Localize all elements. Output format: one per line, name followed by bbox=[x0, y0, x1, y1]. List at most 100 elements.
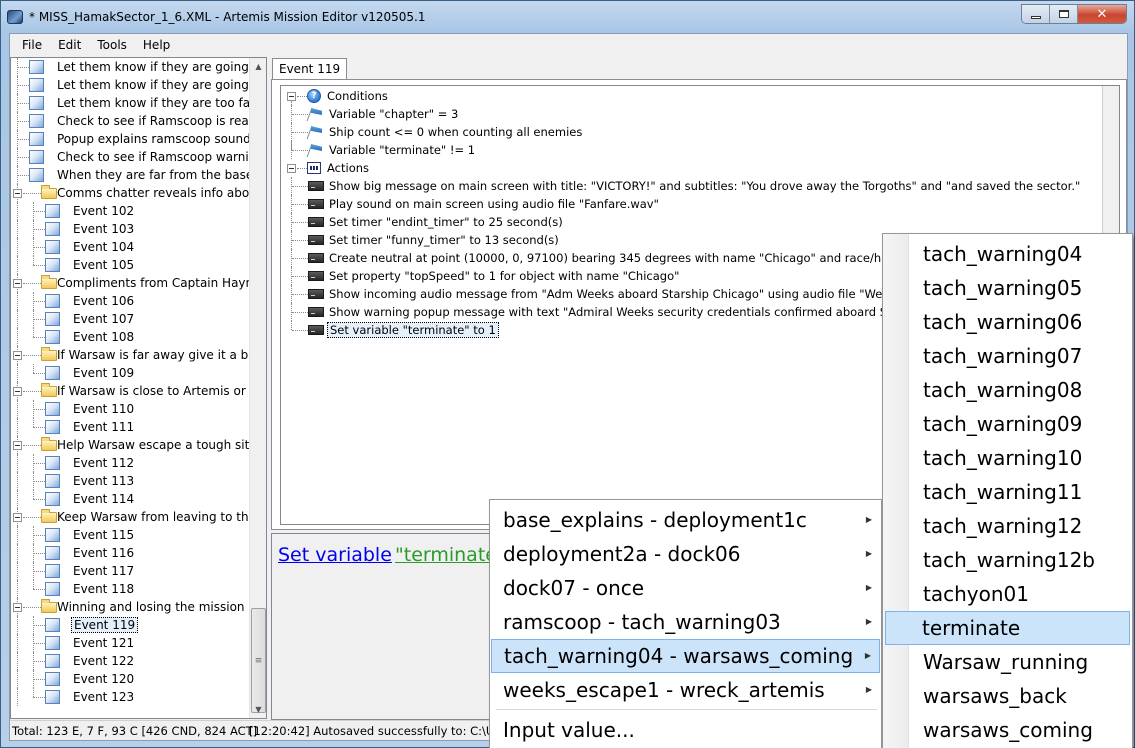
tree-connector bbox=[17, 580, 18, 598]
submenu-item[interactable]: tach_warning05 bbox=[885, 271, 1130, 305]
tree-connector bbox=[33, 625, 45, 626]
tree-event[interactable]: Event 116 bbox=[11, 544, 249, 562]
collapse-toggle-icon[interactable] bbox=[13, 603, 22, 612]
submenu-item[interactable]: tach_warning04 bbox=[885, 237, 1130, 271]
tree-event[interactable]: Event 109 bbox=[11, 364, 249, 382]
menu-file[interactable]: File bbox=[14, 36, 50, 54]
collapse-toggle-icon[interactable] bbox=[13, 441, 22, 450]
maximize-button[interactable] bbox=[1050, 5, 1078, 23]
tree-event[interactable]: Event 120 bbox=[11, 670, 249, 688]
tree-event[interactable]: Event 103 bbox=[11, 220, 249, 238]
tree-folder[interactable]: Compliments from Captain Haynes and bbox=[11, 274, 266, 292]
statement-verb-link[interactable]: Set variable bbox=[278, 544, 392, 566]
tree-event[interactable]: Event 106 bbox=[11, 292, 249, 310]
tree-event[interactable]: Let them know if they are going too fast bbox=[11, 58, 266, 76]
tree-event[interactable]: Event 118 bbox=[11, 580, 249, 598]
context-menu-item[interactable]: dock07 - once ▶ bbox=[491, 571, 880, 605]
tab-event[interactable]: Event 119 bbox=[272, 58, 348, 80]
event-document-icon bbox=[29, 168, 44, 182]
submenu-item[interactable]: tach_warning12 bbox=[885, 509, 1130, 543]
collapse-toggle-icon[interactable] bbox=[13, 387, 22, 396]
submenu-item[interactable]: tach_warning12b bbox=[885, 543, 1130, 577]
submenu-items: tach_warning04 tach_warning05 tach_warning… bbox=[883, 237, 1132, 747]
context-menu-item[interactable]: tach_warning04 - warsaws_coming ▶ bbox=[491, 639, 880, 673]
app-icon[interactable] bbox=[7, 10, 23, 24]
collapse-toggle-icon[interactable] bbox=[13, 189, 22, 198]
tree-event[interactable]: Event 115 bbox=[11, 526, 249, 544]
tree-event[interactable]: Event 113 bbox=[11, 472, 249, 490]
menu-edit[interactable]: Edit bbox=[50, 36, 89, 54]
collapse-toggle-icon[interactable] bbox=[287, 164, 296, 173]
tree-item-label: Event 112 bbox=[73, 456, 135, 470]
tree-connector bbox=[297, 168, 307, 169]
tree-folder[interactable]: If Warsaw is close to Artemis or base bbox=[11, 382, 266, 400]
tree-event[interactable]: Event 123 bbox=[11, 688, 249, 706]
submenu-item[interactable]: tach_warning07 bbox=[885, 339, 1130, 373]
tree-event[interactable]: Event 112 bbox=[11, 454, 249, 472]
submenu-item[interactable]: tach_warning09 bbox=[885, 407, 1130, 441]
event-document-icon bbox=[29, 96, 44, 110]
tree-event[interactable]: When they are far from the base take bbox=[11, 166, 266, 184]
menu-tools[interactable]: Tools bbox=[89, 36, 135, 54]
event-document-icon bbox=[29, 150, 44, 164]
tree-folder[interactable]: Help Warsaw escape a tough situation bbox=[11, 436, 266, 454]
event-document-icon bbox=[45, 546, 60, 560]
tree-event[interactable]: Event 121 bbox=[11, 634, 249, 652]
tree-folder[interactable]: If Warsaw is far away give it a boost bbox=[11, 346, 266, 364]
collapse-toggle-icon[interactable] bbox=[13, 279, 22, 288]
submenu-item[interactable]: terminate bbox=[885, 611, 1130, 645]
tree-connector bbox=[17, 616, 18, 634]
submenu-item[interactable]: tach_warning11 bbox=[885, 475, 1130, 509]
input-value-menu-item[interactable]: Input value... bbox=[491, 713, 880, 747]
collapse-toggle-icon[interactable] bbox=[13, 351, 22, 360]
submenu-item[interactable]: Warsaw_running bbox=[885, 645, 1130, 679]
tree-event[interactable]: Event 122 bbox=[11, 652, 249, 670]
tree-event[interactable]: Let them know if they are too far from bbox=[11, 94, 266, 112]
tree-event[interactable]: Event 117 bbox=[11, 562, 249, 580]
tree-event[interactable]: Event 110 bbox=[11, 400, 249, 418]
scroll-up-arrow-icon[interactable]: ▲ bbox=[250, 58, 266, 75]
context-menu-item[interactable]: deployment2a - dock06 ▶ bbox=[491, 537, 880, 571]
event-document-icon bbox=[45, 654, 60, 668]
submenu-item[interactable]: tach_warning06 bbox=[885, 305, 1130, 339]
tree-event[interactable]: Event 105 bbox=[11, 256, 249, 274]
tree-connector bbox=[33, 364, 34, 373]
context-menu-item[interactable]: weeks_escape1 - wreck_artemis ▶ bbox=[491, 673, 880, 707]
action-terminal-icon bbox=[308, 325, 324, 335]
submenu-item[interactable]: warsaws_coming bbox=[885, 713, 1130, 747]
tree-event[interactable]: Event 104 bbox=[11, 238, 249, 256]
mission-tree[interactable]: Let them know if they are going too fast… bbox=[10, 57, 267, 719]
context-menu-item[interactable]: ramscoop - tach_warning03 ▶ bbox=[491, 605, 880, 639]
tree-connector bbox=[33, 490, 34, 499]
close-button[interactable]: ✕ bbox=[1078, 5, 1126, 23]
tree-event[interactable]: Event 102 bbox=[11, 202, 249, 220]
tree-item-label: Let them know if they are too far from bbox=[57, 96, 267, 110]
tree-event[interactable]: Let them know if they are going too slow bbox=[11, 76, 266, 94]
tree-event[interactable]: Popup explains ramscoop sound bbox=[11, 130, 251, 148]
menu-help[interactable]: Help bbox=[135, 36, 178, 54]
event-document-icon bbox=[45, 240, 60, 254]
tree-item-label: Let them know if they are going too fast bbox=[57, 60, 266, 74]
tree-connector bbox=[33, 580, 34, 589]
collapse-toggle-icon[interactable] bbox=[13, 513, 22, 522]
tree-folder[interactable]: Keep Warsaw from leaving to the north bbox=[11, 508, 266, 526]
tree-event[interactable]: Check to see if Ramscoop warning has bbox=[11, 148, 266, 166]
tree-event[interactable]: Event 108 bbox=[11, 328, 249, 346]
tree-scrollbar[interactable]: ▲ ≡ ▼ bbox=[249, 58, 266, 718]
tree-folder[interactable]: Winning and losing the mission bbox=[11, 598, 249, 616]
tree-event[interactable]: Event 107 bbox=[11, 310, 249, 328]
collapse-toggle-icon[interactable] bbox=[287, 92, 296, 101]
tree-folder[interactable]: Comms chatter reveals info about The bbox=[11, 184, 266, 202]
scroll-down-arrow-icon[interactable]: ▼ bbox=[250, 701, 266, 718]
tree-event[interactable]: Event 119 bbox=[11, 616, 249, 634]
tree-event[interactable]: Event 114 bbox=[11, 490, 249, 508]
submenu-item[interactable]: warsaws_back bbox=[885, 679, 1130, 713]
submenu-item[interactable]: tach_warning08 bbox=[885, 373, 1130, 407]
context-menu-item[interactable]: base_explains - deployment1c ▶ bbox=[491, 503, 880, 537]
tree-event[interactable]: Event 111 bbox=[11, 418, 249, 436]
tree-event[interactable]: Check to see if Ramscoop is ready to bbox=[11, 112, 266, 130]
tree-scroll-thumb[interactable]: ≡ bbox=[251, 608, 266, 713]
submenu-item[interactable]: tach_warning10 bbox=[885, 441, 1130, 475]
minimize-button[interactable] bbox=[1022, 5, 1050, 23]
submenu-item[interactable]: tachyon01 bbox=[885, 577, 1130, 611]
